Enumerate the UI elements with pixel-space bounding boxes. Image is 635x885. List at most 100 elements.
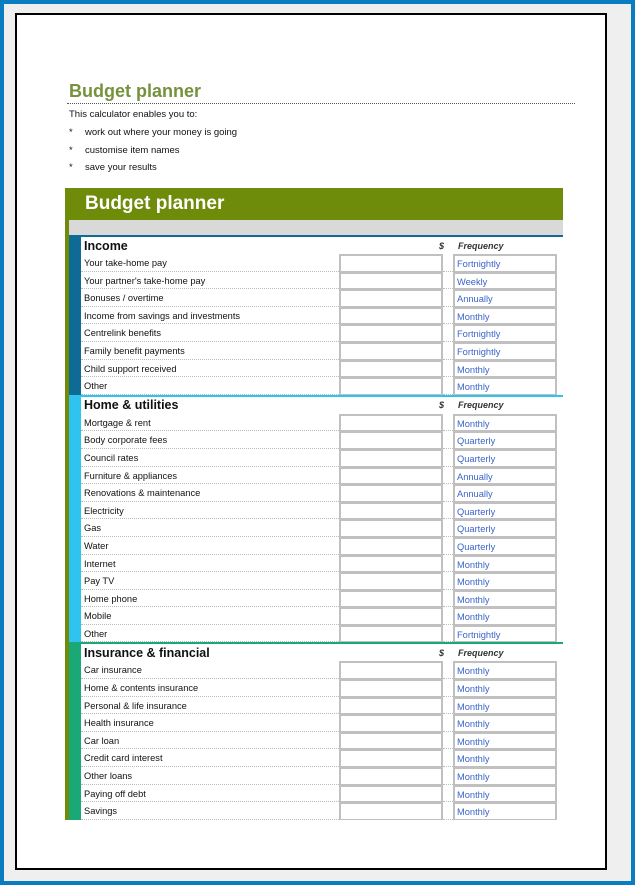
- row-label[interactable]: Bonuses / overtime: [81, 289, 339, 307]
- frequency-column-label: Frequency: [458, 240, 504, 251]
- frequency-select[interactable]: Quarterly: [453, 536, 557, 555]
- frequency-select[interactable]: Quarterly: [453, 519, 557, 537]
- row-label[interactable]: Electricity: [81, 502, 339, 520]
- amount-input[interactable]: [339, 624, 443, 643]
- frequency-select[interactable]: Quarterly: [453, 431, 557, 449]
- amount-input[interactable]: [339, 306, 443, 325]
- row-label[interactable]: Furniture & appliances: [81, 467, 339, 485]
- frequency-select[interactable]: Quarterly: [453, 501, 557, 520]
- amount-input[interactable]: [339, 501, 443, 520]
- amount-input[interactable]: [339, 589, 443, 608]
- row-label[interactable]: Personal & life insurance: [81, 697, 339, 715]
- row-label[interactable]: Council rates: [81, 449, 339, 467]
- amount-input[interactable]: [339, 802, 443, 820]
- frequency-select[interactable]: Monthly: [453, 696, 557, 715]
- amount-input[interactable]: [339, 572, 443, 590]
- amount-input[interactable]: [339, 413, 443, 432]
- row-label[interactable]: Water: [81, 537, 339, 555]
- frequency-select[interactable]: Monthly: [453, 377, 557, 395]
- frequency-select[interactable]: Annually: [453, 289, 557, 307]
- frequency-select[interactable]: Monthly: [453, 554, 557, 573]
- frequency-select[interactable]: Weekly: [453, 271, 557, 290]
- frequency-select[interactable]: Annually: [453, 484, 557, 502]
- frequency-select[interactable]: Fortnightly: [453, 341, 557, 360]
- row-label[interactable]: Paying off debt: [81, 785, 339, 803]
- section-title: Insurance & financial: [84, 645, 210, 660]
- amount-input[interactable]: [339, 341, 443, 360]
- frequency-select[interactable]: Monthly: [453, 802, 557, 820]
- row-label[interactable]: Gas: [81, 519, 339, 537]
- row-label[interactable]: Child support received: [81, 360, 339, 378]
- row-label[interactable]: Mobile: [81, 607, 339, 625]
- amount-input[interactable]: [339, 784, 443, 803]
- row-label[interactable]: Other loans: [81, 767, 339, 785]
- amount-input[interactable]: [339, 377, 443, 395]
- row-label[interactable]: Family benefit payments: [81, 342, 339, 360]
- amount-input[interactable]: [339, 519, 443, 537]
- frequency-column-label: Frequency: [458, 647, 504, 658]
- frequency-select[interactable]: Monthly: [453, 731, 557, 750]
- amount-input[interactable]: [339, 431, 443, 449]
- amount-input[interactable]: [339, 466, 443, 485]
- amount-input[interactable]: [339, 661, 443, 680]
- row-label[interactable]: Car insurance: [81, 661, 339, 680]
- amount-input[interactable]: [339, 484, 443, 502]
- row-label[interactable]: Other: [81, 625, 339, 643]
- row-label[interactable]: Mortgage & rent: [81, 414, 339, 432]
- row-label[interactable]: Savings: [81, 802, 339, 820]
- bullet-marker: *: [69, 162, 73, 173]
- row-label[interactable]: Other: [81, 377, 339, 395]
- row-label[interactable]: Income from savings and investments: [81, 307, 339, 325]
- frequency-select[interactable]: Monthly: [453, 679, 557, 697]
- row-label[interactable]: Credit card interest: [81, 749, 339, 768]
- frequency-select[interactable]: Monthly: [453, 784, 557, 803]
- frequency-select[interactable]: Monthly: [453, 767, 557, 785]
- amount-input[interactable]: [339, 749, 443, 768]
- amount-input[interactable]: [339, 554, 443, 573]
- row-label[interactable]: Renovations & maintenance: [81, 484, 339, 502]
- frequency-select[interactable]: Quarterly: [453, 448, 557, 467]
- row-label[interactable]: Your partner's take-home pay: [81, 272, 339, 290]
- row-label[interactable]: Home phone: [81, 590, 339, 608]
- row-label[interactable]: Body corporate fees: [81, 431, 339, 449]
- section-content: Income $ Frequency Your take-home pay Fortni…: [81, 237, 563, 395]
- row-label[interactable]: Centrelink benefits: [81, 324, 339, 342]
- frequency-select[interactable]: Fortnightly: [453, 624, 557, 643]
- row-label[interactable]: Internet: [81, 555, 339, 573]
- frequency-select[interactable]: Monthly: [453, 572, 557, 590]
- frequency-select[interactable]: Monthly: [453, 306, 557, 325]
- amount-input[interactable]: [339, 359, 443, 378]
- amount-input[interactable]: [339, 679, 443, 697]
- amount-input[interactable]: [339, 714, 443, 732]
- frequency-select[interactable]: Annually: [453, 466, 557, 485]
- amount-input[interactable]: [339, 607, 443, 625]
- amount-input[interactable]: [339, 254, 443, 272]
- amount-input[interactable]: [339, 324, 443, 342]
- frequency-select[interactable]: Monthly: [453, 749, 557, 768]
- amount-input[interactable]: [339, 696, 443, 715]
- feature-text: work out where your money is going: [85, 127, 238, 138]
- row-label[interactable]: Car loan: [81, 732, 339, 750]
- row-spacer: [443, 785, 453, 803]
- frequency-select[interactable]: Fortnightly: [453, 254, 557, 272]
- section-content: Insurance & financial $ Frequency Car insur…: [81, 644, 563, 820]
- frequency-select[interactable]: Monthly: [453, 661, 557, 680]
- row-label[interactable]: Pay TV: [81, 572, 339, 590]
- row-spacer: [443, 679, 453, 697]
- amount-input[interactable]: [339, 448, 443, 467]
- row-label[interactable]: Home & contents insurance: [81, 679, 339, 697]
- frequency-select[interactable]: Monthly: [453, 359, 557, 378]
- frequency-select[interactable]: Monthly: [453, 607, 557, 625]
- amount-input[interactable]: [339, 536, 443, 555]
- table-row: Furniture & appliances Annually: [81, 466, 563, 485]
- amount-input[interactable]: [339, 271, 443, 290]
- amount-input[interactable]: [339, 767, 443, 785]
- frequency-select[interactable]: Fortnightly: [453, 324, 557, 342]
- row-label[interactable]: Your take-home pay: [81, 254, 339, 272]
- amount-input[interactable]: [339, 731, 443, 750]
- frequency-select[interactable]: Monthly: [453, 589, 557, 608]
- frequency-select[interactable]: Monthly: [453, 413, 557, 432]
- row-label[interactable]: Health insurance: [81, 714, 339, 732]
- frequency-select[interactable]: Monthly: [453, 714, 557, 732]
- amount-input[interactable]: [339, 289, 443, 307]
